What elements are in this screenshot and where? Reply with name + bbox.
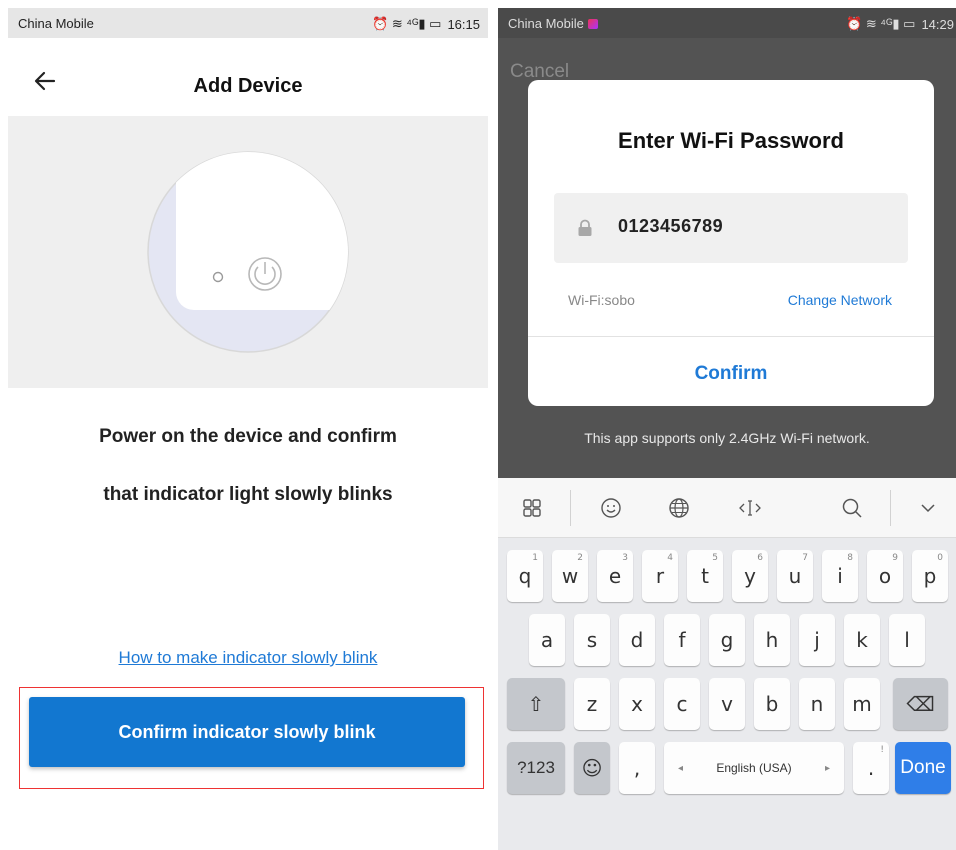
chevron-down-icon[interactable] bbox=[914, 494, 942, 522]
add-device-screen: China Mobile ⏰ ≋ ⁴ᴳ▮ ▭ 16:15 Add Device … bbox=[8, 8, 488, 850]
lock-icon bbox=[578, 219, 592, 236]
key-g[interactable]: g bbox=[709, 614, 745, 666]
done-key[interactable]: Done bbox=[895, 742, 951, 794]
key-u[interactable]: u7 bbox=[777, 550, 813, 602]
device-illustration bbox=[8, 116, 488, 388]
dialog-confirm-button[interactable]: Confirm bbox=[528, 363, 934, 385]
app-header: Add Device bbox=[8, 38, 488, 116]
key-e[interactable]: e3 bbox=[597, 550, 633, 602]
carrier-label: China Mobile bbox=[18, 16, 94, 31]
space-right-arrow: ▸ bbox=[824, 762, 830, 774]
notification-icon bbox=[587, 19, 598, 29]
key-o[interactable]: o9 bbox=[867, 550, 903, 602]
change-network-link[interactable]: Change Network bbox=[788, 292, 892, 308]
apps-grid-icon[interactable] bbox=[518, 494, 546, 522]
key-n[interactable]: n bbox=[799, 678, 835, 730]
key-f[interactable]: f bbox=[664, 614, 700, 666]
page-title: Add Device bbox=[193, 75, 303, 97]
backspace-key[interactable]: ⌫ bbox=[893, 678, 948, 730]
status-bar: China Mobile ⏰ ≋ ⁴ᴳ▮ ▭ 14:29 bbox=[498, 8, 956, 38]
key-x[interactable]: x bbox=[619, 678, 655, 730]
shift-key[interactable]: ⇧ bbox=[507, 678, 565, 730]
dialog-title: Enter Wi-Fi Password bbox=[618, 128, 844, 153]
password-value: 0123456789 bbox=[618, 216, 724, 236]
instruction-line-2: that indicator light slowly blinks bbox=[103, 484, 393, 505]
key-y[interactable]: y6 bbox=[732, 550, 768, 602]
soft-keyboard: q1 w2 e3 r4 t5 y6 u7 i8 o9 p0 a s d f g … bbox=[498, 478, 956, 850]
key-a[interactable]: a bbox=[529, 614, 565, 666]
key-z[interactable]: z bbox=[574, 678, 610, 730]
key-t[interactable]: t5 bbox=[687, 550, 723, 602]
key-c[interactable]: c bbox=[664, 678, 700, 730]
wifi-network-label: Wi-Fi:sobo bbox=[568, 292, 635, 308]
wifi-password-dialog: Enter Wi-Fi Password 0123456789 Wi-Fi:so… bbox=[528, 80, 934, 406]
symbols-key[interactable]: ?123 bbox=[507, 742, 565, 794]
keyboard-toolbar bbox=[498, 478, 956, 538]
help-link[interactable]: How to make indicator slowly blink bbox=[8, 648, 488, 668]
key-s[interactable]: s bbox=[574, 614, 610, 666]
status-icons-group: ⏰ ≋ ⁴ᴳ▮ ▭ 16:15 bbox=[372, 16, 480, 32]
carrier-label: China Mobile bbox=[508, 16, 598, 31]
status-bar: China Mobile ⏰ ≋ ⁴ᴳ▮ ▭ 16:15 bbox=[8, 8, 488, 38]
key-h[interactable]: h bbox=[754, 614, 790, 666]
key-q[interactable]: q1 bbox=[507, 550, 543, 602]
key-b[interactable]: b bbox=[754, 678, 790, 730]
emoji-key[interactable]: ☺ bbox=[574, 742, 610, 794]
instruction-line-1: Power on the device and confirm bbox=[99, 426, 397, 447]
key-j[interactable]: j bbox=[799, 614, 835, 666]
status-icons: ⏰ ≋ ⁴ᴳ▮ ▭ bbox=[372, 16, 442, 31]
confirm-blink-button[interactable]: Confirm indicator slowly blink bbox=[29, 697, 465, 767]
dialog-divider bbox=[528, 336, 934, 337]
key-p[interactable]: p0 bbox=[912, 550, 948, 602]
search-icon[interactable] bbox=[838, 494, 866, 522]
toolbar-separator bbox=[570, 490, 571, 526]
key-i[interactable]: i8 bbox=[822, 550, 858, 602]
globe-icon[interactable] bbox=[665, 494, 693, 522]
status-icons: ⏰ ≋ ⁴ᴳ▮ ▭ bbox=[846, 16, 916, 31]
comma-key[interactable]: , bbox=[619, 742, 655, 794]
status-time: 16:15 bbox=[447, 16, 480, 32]
device-indicator-icon bbox=[147, 151, 349, 353]
period-key[interactable]: .! bbox=[853, 742, 889, 794]
key-r[interactable]: r4 bbox=[642, 550, 678, 602]
status-icons-group: ⏰ ≋ ⁴ᴳ▮ ▭ 14:29 bbox=[846, 16, 954, 32]
status-time: 14:29 bbox=[921, 16, 954, 32]
wifi-support-note: This app supports only 2.4GHz Wi-Fi netw… bbox=[584, 430, 870, 446]
spacebar[interactable]: ◂ English (USA) ▸ bbox=[664, 742, 844, 794]
key-w[interactable]: w2 bbox=[552, 550, 588, 602]
wifi-password-screen: China Mobile ⏰ ≋ ⁴ᴳ▮ ▭ 14:29 Cancel Ente… bbox=[498, 8, 956, 850]
key-k[interactable]: k bbox=[844, 614, 880, 666]
key-l[interactable]: l bbox=[889, 614, 925, 666]
space-label: English (USA) bbox=[716, 761, 792, 775]
password-field[interactable]: 0123456789 bbox=[554, 193, 908, 263]
key-v[interactable]: v bbox=[709, 678, 745, 730]
emoji-icon[interactable] bbox=[597, 494, 625, 522]
cursor-icon[interactable] bbox=[736, 494, 764, 522]
space-left-arrow: ◂ bbox=[678, 762, 684, 774]
toolbar-separator bbox=[890, 490, 891, 526]
key-m[interactable]: m bbox=[844, 678, 880, 730]
key-d[interactable]: d bbox=[619, 614, 655, 666]
